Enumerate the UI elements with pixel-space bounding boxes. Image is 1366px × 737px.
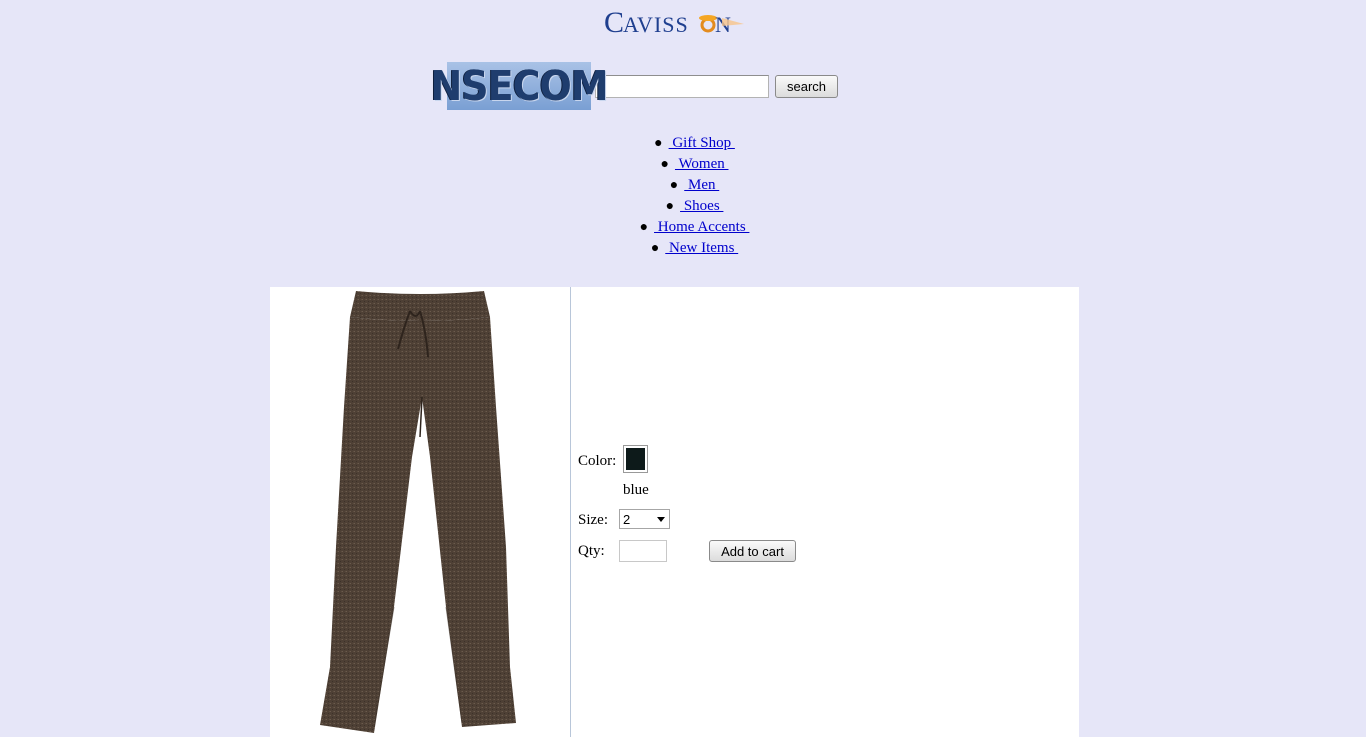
nav-item-shoes: ● Shoes: [0, 196, 1366, 217]
nsecom-logo-text: NSECOM: [430, 62, 608, 110]
color-swatch-fill: [626, 448, 645, 470]
color-name: blue: [623, 482, 649, 498]
search-button[interactable]: search: [775, 74, 838, 98]
bullet-icon: ●: [639, 220, 649, 235]
bullet-icon: ●: [665, 199, 675, 214]
product-options: Color: blue Size: 2 Qty: Add to cart: [571, 287, 1079, 737]
nav-link-men[interactable]: Men: [684, 177, 719, 193]
nav-link-new-items[interactable]: New Items: [665, 240, 738, 256]
qty-input[interactable]: [619, 540, 667, 562]
add-to-cart-button[interactable]: Add to cart: [709, 540, 796, 562]
nav-link-home-accents[interactable]: Home Accents: [654, 219, 749, 235]
bullet-icon: ●: [654, 136, 663, 151]
bullet-icon: ●: [669, 178, 679, 193]
color-swatch[interactable]: [623, 445, 648, 473]
cavisson-logo: C AVISS N: [604, 4, 744, 40]
nav-link-shoes[interactable]: Shoes: [680, 198, 723, 214]
bullet-icon: ●: [660, 157, 669, 172]
svg-text:C: C: [604, 6, 624, 39]
bullet-icon: ●: [650, 241, 660, 256]
svg-text:AVISS: AVISS: [623, 12, 689, 37]
product-image: [320, 291, 516, 733]
product-image-cell: [270, 287, 571, 737]
size-label: Size:: [578, 512, 608, 528]
nav-item-women: ● Women: [0, 154, 1366, 175]
nav-item-men: ● Men: [0, 175, 1366, 196]
chevron-down-icon: [657, 516, 665, 522]
search-input[interactable]: [595, 74, 769, 98]
nav-link-gift-shop[interactable]: Gift Shop: [669, 135, 735, 151]
nav-item-gift-shop: ● Gift Shop: [0, 133, 1366, 154]
product-panel: Color: blue Size: 2 Qty: Add to cart: [270, 287, 1079, 737]
nav-item-home-accents: ● Home Accents: [0, 217, 1366, 238]
search-row: NSECOM search: [430, 62, 838, 110]
qty-label: Qty:: [578, 543, 605, 559]
color-label: Color:: [578, 453, 617, 469]
nsecom-logo: NSECOM: [430, 62, 609, 110]
size-select-value: 2: [623, 511, 631, 527]
category-nav: ● Gift Shop ● Women ● Men ● Shoes ● Home…: [0, 133, 1366, 259]
size-select[interactable]: 2: [619, 509, 670, 529]
nav-link-women[interactable]: Women: [675, 156, 729, 172]
nav-item-new-items: ● New Items: [0, 238, 1366, 259]
